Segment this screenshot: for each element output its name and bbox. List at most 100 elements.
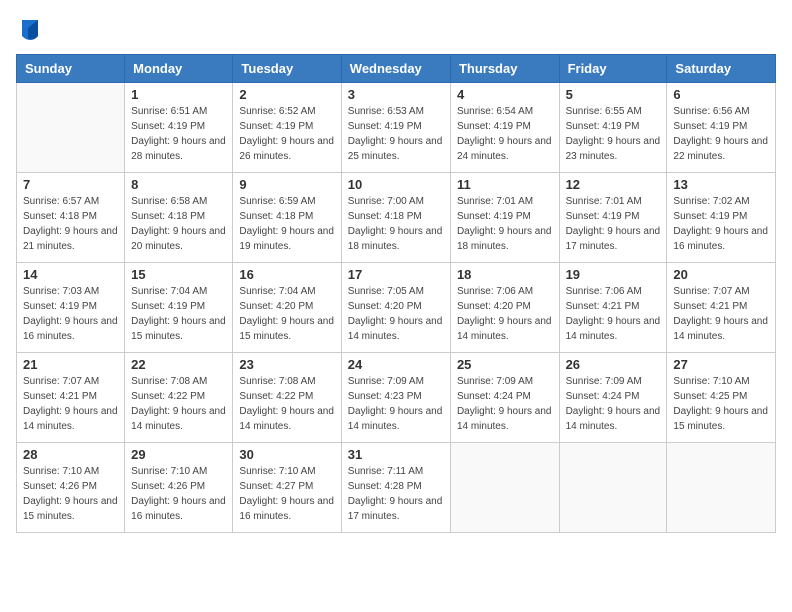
day-info: Sunrise: 7:04 AM Sunset: 4:20 PM Daylight:…	[239, 284, 334, 344]
calendar-cell: 6Sunrise: 6:56 AMSunset: 4:19 PMDaylight…	[667, 83, 776, 173]
sunrise-label: Sunrise: 7:04 AM	[239, 286, 315, 297]
calendar-cell: 27Sunrise: 7:10 AMSunset: 4:25 PMDayligh…	[667, 353, 776, 443]
sunset-label: Sunset: 4:19 PM	[457, 211, 531, 222]
day-info: Sunrise: 7:04 AMSunset: 4:19 PMDaylight:…	[131, 284, 226, 344]
daylight-label: Daylight: 9 hours and 15 minutes.	[239, 316, 334, 342]
day-info: Sunrise: 7:10 AMSunset: 4:27 PMDaylight:…	[239, 464, 334, 524]
sunrise-label: Sunrise: 7:04 AM	[131, 286, 207, 297]
daylight-label: Daylight: 9 hours and 18 minutes.	[348, 226, 443, 252]
calendar-cell: 17Sunrise: 7:05 AMSunset: 4:20 PMDayligh…	[341, 263, 450, 353]
daylight-label: Daylight: 9 hours and 18 minutes.	[457, 226, 552, 252]
week-row-4: 21Sunrise: 7:07 AMSunset: 4:21 PMDayligh…	[17, 353, 776, 443]
sunset-label: Sunset: 4:26 PM	[131, 481, 205, 492]
daylight-label: Daylight: 9 hours and 16 minutes.	[23, 316, 118, 342]
sunrise-label: Sunrise: 7:06 AM	[457, 286, 533, 297]
day-info: Sunrise: 7:10 AMSunset: 4:26 PMDaylight:…	[131, 464, 226, 524]
day-number: 14	[23, 267, 118, 282]
day-info: Sunrise: 6:54 AMSunset: 4:19 PMDaylight:…	[457, 104, 553, 164]
calendar-cell: 23Sunrise: 7:08 AMSunset: 4:22 PMDayligh…	[233, 353, 341, 443]
day-number: 29	[131, 447, 226, 462]
calendar-cell: 29Sunrise: 7:10 AMSunset: 4:26 PMDayligh…	[125, 443, 233, 533]
sunrise-label: Sunrise: 7:11 AM	[348, 466, 423, 477]
calendar-cell: 13Sunrise: 7:02 AMSunset: 4:19 PMDayligh…	[667, 173, 776, 263]
sunset-label: Sunset: 4:19 PM	[566, 211, 640, 222]
day-number: 2	[239, 87, 334, 102]
sunrise-label: Sunrise: 7:10 AM	[673, 376, 749, 387]
day-number: 8	[131, 177, 226, 192]
daylight-label: Daylight: 9 hours and 25 minutes.	[348, 136, 443, 162]
daylight-label: Daylight: 9 hours and 14 minutes.	[673, 316, 768, 342]
calendar-cell: 8 Sunrise: 6:58 AMSunset: 4:18 PMDaylight…	[125, 173, 233, 263]
daylight-label: Daylight: 9 hours and 14 minutes.	[239, 406, 334, 432]
day-info: Sunrise: 7:06 AMSunset: 4:20 PMDaylight:…	[457, 284, 553, 344]
sunset-label: Sunset: 4:22 PM	[239, 391, 313, 402]
daylight-label: Daylight: 9 hours and 14 minutes.	[457, 406, 552, 432]
sunset-label: Sunset: 4:23 PM	[348, 391, 422, 402]
sunrise-label: Sunrise: 7:09 AM	[566, 376, 642, 387]
calendar-cell: 26Sunrise: 7:09 AMSunset: 4:24 PMDayligh…	[559, 353, 667, 443]
calendar-cell: 30Sunrise: 7:10 AMSunset: 4:27 PMDayligh…	[233, 443, 341, 533]
calendar-cell: 12Sunrise: 7:01 AMSunset: 4:19 PMDayligh…	[559, 173, 667, 263]
sunset-label: Sunset: 4:24 PM	[566, 391, 640, 402]
day-number: 7	[23, 177, 118, 192]
sunrise-label: Sunrise: 6:56 AM	[673, 106, 749, 117]
sunset-label: Sunset: 4:19 PM	[457, 121, 531, 132]
sunrise-label: Sunrise: 7:03 AM	[23, 286, 99, 297]
calendar-cell: 24Sunrise: 7:09 AMSunset: 4:23 PMDayligh…	[341, 353, 450, 443]
day-number: 25	[457, 357, 553, 372]
sunrise-label: Sunrise: 7:09 AM	[348, 376, 424, 387]
day-info: Sunrise: 7:01 AMSunset: 4:19 PMDaylight:…	[457, 194, 553, 254]
sunset-label: Sunset: 4:26 PM	[23, 481, 97, 492]
daylight-label: Daylight: 9 hours and 21 minutes.	[23, 226, 118, 252]
day-info: Sunrise: 7:09 AMSunset: 4:24 PMDaylight:…	[566, 374, 661, 434]
sunset-label: Sunset: 4:19 PM	[23, 301, 97, 312]
sunset-label: Sunset: 4:19 PM	[673, 121, 747, 132]
day-info: Sunrise: 6:57 AMSunset: 4:18 PMDaylight:…	[23, 194, 118, 254]
calendar-cell: 21Sunrise: 7:07 AMSunset: 4:21 PMDayligh…	[17, 353, 125, 443]
sunset-label: Sunset: 4:20 PM	[348, 301, 422, 312]
calendar-header-row: SundayMondayTuesdayWednesdayThursdayFrid…	[17, 55, 776, 83]
day-number: 4	[457, 87, 553, 102]
sunset-label: Sunset: 4:19 PM	[239, 121, 313, 132]
day-info: Sunrise: 6:58 AMSunset: 4:18 PMDaylight:…	[131, 194, 226, 254]
sunrise-label: Sunrise: 7:08 AM	[131, 376, 207, 387]
sunset-label: Sunset: 4:20 PM	[457, 301, 531, 312]
calendar-table: SundayMondayTuesdayWednesdayThursdayFrid…	[16, 54, 776, 533]
daylight-label: Daylight: 9 hours and 14 minutes.	[348, 316, 443, 342]
calendar-cell: 9Sunrise: 6:59 AMSunset: 4:18 PMDaylight…	[233, 173, 341, 263]
day-info: Sunrise: 6:52 AMSunset: 4:19 PMDaylight:…	[239, 104, 334, 164]
calendar-cell: 25 Sunrise: 7:09 AMSunset: 4:24 PMDayligh…	[450, 353, 559, 443]
day-number: 1	[131, 87, 226, 102]
calendar-cell: 31Sunrise: 7:11 AMSunset: 4:28 PMDayligh…	[341, 443, 450, 533]
col-header-saturday: Saturday	[667, 55, 776, 83]
sunset-label: Sunset: 4:21 PM	[673, 301, 747, 312]
sunset-label: Sunset: 4:19 PM	[131, 301, 205, 312]
day-number: 5	[566, 87, 661, 102]
day-info: Sunrise: 7:09 AMSunset: 4:24 PMDaylight:…	[457, 374, 553, 434]
sunrise-label: Sunrise: 6:58 AM	[131, 196, 207, 207]
day-number: 12	[566, 177, 661, 192]
sunrise-label: Sunrise: 7:01 AM	[566, 196, 642, 207]
daylight-label: Daylight: 9 hours and 23 minutes.	[566, 136, 661, 162]
calendar-cell: 10 Sunrise: 7:00 AMSunset: 4:18 PMDayligh…	[341, 173, 450, 263]
day-number: 10	[348, 177, 444, 192]
day-info: Sunrise: 7:08 AMSunset: 4:22 PMDaylight:…	[239, 374, 334, 434]
sunset-label: Sunset: 4:20 PM	[239, 301, 313, 312]
day-info: Sunrise: 7:10 AMSunset: 4:26 PMDaylight:…	[23, 464, 118, 524]
calendar-cell: 5Sunrise: 6:55 AMSunset: 4:19 PMDaylight…	[559, 83, 667, 173]
day-info: Sunrise: 6:56 AMSunset: 4:19 PMDaylight:…	[673, 104, 769, 164]
sunset-label: Sunset: 4:18 PM	[348, 211, 422, 222]
sunrise-label: Sunrise: 6:57 AM	[23, 196, 99, 207]
calendar-cell: 3Sunrise: 6:53 AMSunset: 4:19 PMDaylight…	[341, 83, 450, 173]
daylight-label: Daylight: 9 hours and 15 minutes.	[673, 406, 768, 432]
calendar-cell: 15Sunrise: 7:04 AMSunset: 4:19 PMDayligh…	[125, 263, 233, 353]
day-info: Sunrise: 7:05 AMSunset: 4:20 PMDaylight:…	[348, 284, 444, 344]
sunrise-label: Sunrise: 7:10 AM	[131, 466, 207, 477]
day-number: 11	[457, 177, 553, 192]
calendar-cell: 28Sunrise: 7:10 AMSunset: 4:26 PMDayligh…	[17, 443, 125, 533]
day-info: Sunrise: 7:00 AMSunset: 4:18 PMDaylight:…	[348, 194, 444, 254]
sunset-label: Sunset: 4:19 PM	[131, 121, 205, 132]
sunset-label: Sunset: 4:28 PM	[348, 481, 422, 492]
day-number: 3	[348, 87, 444, 102]
daylight-label: Daylight: 9 hours and 14 minutes.	[566, 316, 661, 342]
